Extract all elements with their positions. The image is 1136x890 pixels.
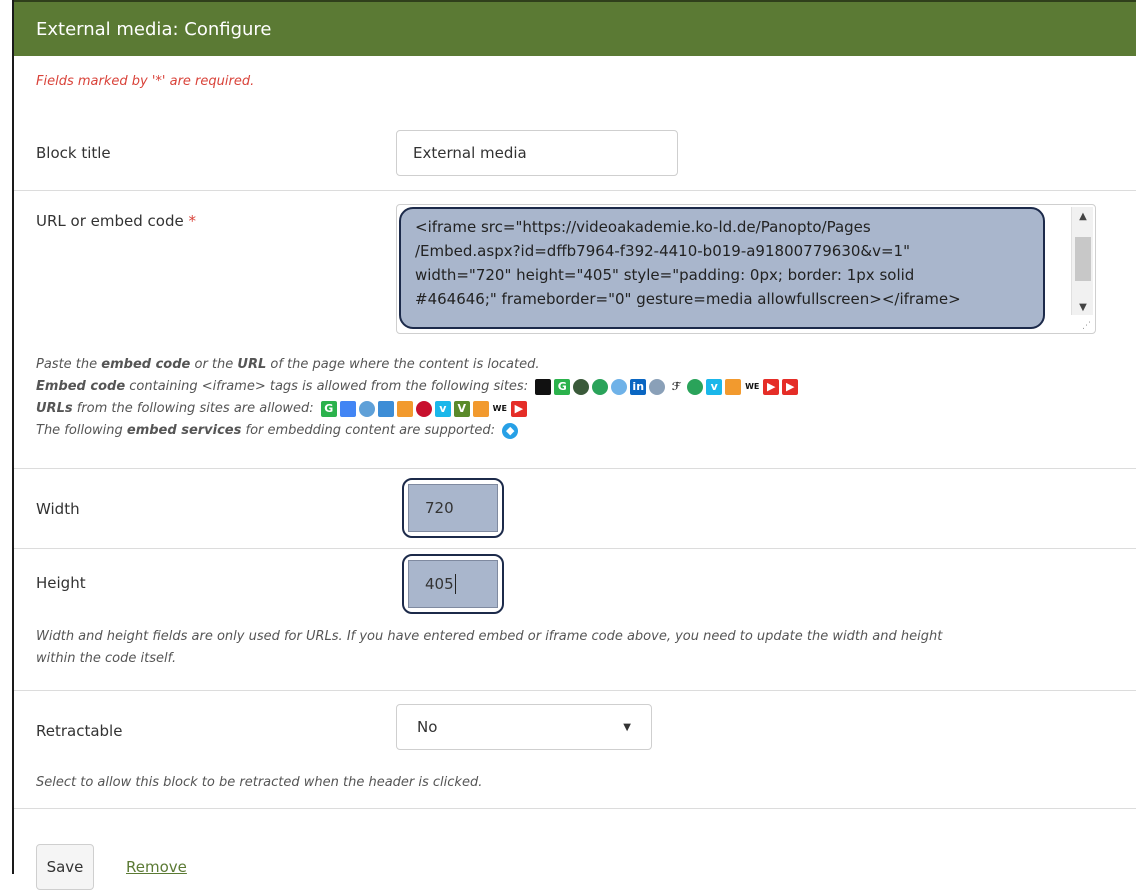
- url-help-line-4: The following embed services for embeddi…: [36, 420, 519, 442]
- text-caret: [454, 574, 456, 594]
- remove-link[interactable]: Remove: [126, 858, 187, 876]
- panel-header: External media: Configure: [14, 0, 1136, 56]
- block-title-input[interactable]: External media: [396, 130, 678, 176]
- vimeo-icon: v: [706, 378, 723, 395]
- embedly-icon: ◆: [502, 422, 519, 439]
- glogster-icon: G: [320, 400, 337, 417]
- panel-title: External media: Configure: [36, 18, 272, 40]
- embed-services-icons: ◆: [502, 422, 519, 439]
- slideshare-icon: [592, 378, 609, 395]
- voki-icon: [573, 378, 590, 395]
- scroll-up-icon[interactable]: ▲: [1072, 211, 1094, 222]
- divider: [14, 468, 1136, 469]
- we-icon: WE: [744, 378, 761, 395]
- url-label: URL or embed code *: [36, 212, 196, 230]
- url-embed-textarea[interactable]: <iframe src="https://videoakademie.ko-ld…: [396, 204, 1096, 334]
- glogster-icon: G: [554, 378, 571, 395]
- linkedin-icon: in: [630, 378, 647, 395]
- teachertube-icon: [396, 400, 413, 417]
- width-input[interactable]: 720: [402, 478, 504, 538]
- youtube-icon: ▶: [782, 378, 799, 395]
- save-button[interactable]: Save: [36, 844, 94, 890]
- embed-sites-icons: G in ℱ v WE ▶ ▶: [535, 378, 799, 395]
- block-title-value: External media: [413, 144, 527, 162]
- required-note: Fields marked by '*' are required.: [36, 74, 255, 89]
- retractable-help: Select to allow this block to be retract…: [36, 775, 483, 790]
- dropdown-arrow-icon: ▼: [623, 721, 631, 733]
- width-label: Width: [36, 500, 80, 518]
- teachertube-icon: [472, 400, 489, 417]
- scribd-icon: ℱ: [668, 378, 685, 395]
- resize-grip-icon[interactable]: ⋰: [1082, 321, 1091, 331]
- we-icon: WE: [491, 400, 508, 417]
- url-help-line-3: URLs from the following sites are allowe…: [36, 398, 527, 420]
- wikieducator-icon: [611, 378, 628, 395]
- config-form: Fields marked by '*' are required. Block…: [14, 74, 1136, 890]
- google-icon: [339, 400, 356, 417]
- circle-icon: [358, 400, 375, 417]
- prezi-icon: [535, 378, 552, 395]
- globe-icon: [649, 378, 666, 395]
- divider: [14, 190, 1136, 191]
- configure-panel: External media: Configure Fields marked …: [12, 0, 1136, 890]
- scroll-thumb[interactable]: [1075, 237, 1091, 281]
- height-input[interactable]: 405: [402, 554, 504, 614]
- width-value: 720: [408, 484, 498, 532]
- youtube-icon: ▶: [763, 378, 780, 395]
- retractable-value: No: [417, 718, 438, 736]
- url-help-line-1: Paste the embed code or the URL of the p…: [36, 357, 540, 372]
- url-label-text: URL or embed code: [36, 212, 184, 230]
- youtube-icon: ▶: [510, 400, 527, 417]
- height-label: Height: [36, 574, 86, 592]
- apple-icon: [415, 400, 432, 417]
- retractable-select[interactable]: No ▼: [396, 704, 652, 750]
- size-help: Width and height fields are only used fo…: [36, 629, 943, 666]
- textarea-scrollbar[interactable]: ▲ ▼: [1071, 207, 1093, 315]
- required-mark: *: [188, 212, 196, 230]
- voki-icon: V: [453, 400, 470, 417]
- divider: [14, 690, 1136, 691]
- vimeo-icon: v: [434, 400, 451, 417]
- block-title-label: Block title: [36, 144, 111, 162]
- height-field: 405: [408, 560, 498, 608]
- retractable-label: Retractable: [36, 722, 123, 740]
- divider: [14, 808, 1136, 809]
- height-value: 405: [425, 575, 454, 593]
- slideshare-icon: [687, 378, 704, 395]
- scratch-icon: [377, 400, 394, 417]
- url-help-line-2: Embed code containing <iframe> tags is a…: [36, 376, 799, 398]
- url-sites-icons: G v V WE ▶: [320, 400, 527, 417]
- url-embed-value: <iframe src="https://videoakademie.ko-ld…: [399, 207, 1045, 329]
- scroll-down-icon[interactable]: ▼: [1072, 302, 1094, 313]
- divider: [14, 548, 1136, 549]
- teachertube-icon: [725, 378, 742, 395]
